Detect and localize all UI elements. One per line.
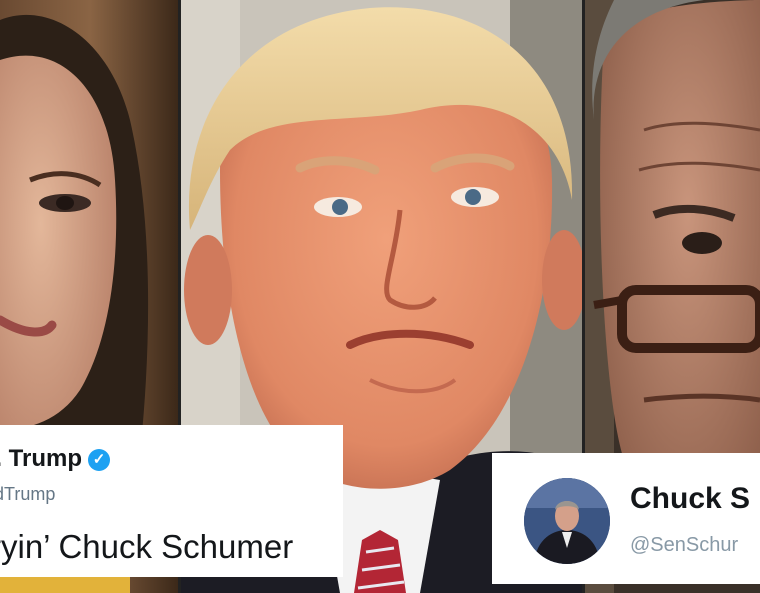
tweet-card-right: Chuck S @SenSchur <box>492 453 760 584</box>
verified-badge-icon: ✓ <box>88 449 111 471</box>
tweet-card-left: J. Trump✓ dTrump ryin’ Chuck Schumer <box>0 425 343 577</box>
tweet-text: ryin’ Chuck Schumer <box>0 528 294 565</box>
photo-collage: J. Trump✓ dTrump ryin’ Chuck Schumer Chu… <box>0 0 760 593</box>
avatar <box>524 478 610 564</box>
display-name: Chuck S <box>630 482 751 515</box>
user-handle: dTrump <box>0 484 56 504</box>
user-handle: @SenSchur <box>630 534 739 556</box>
display-name: J. Trump✓ <box>0 445 111 473</box>
